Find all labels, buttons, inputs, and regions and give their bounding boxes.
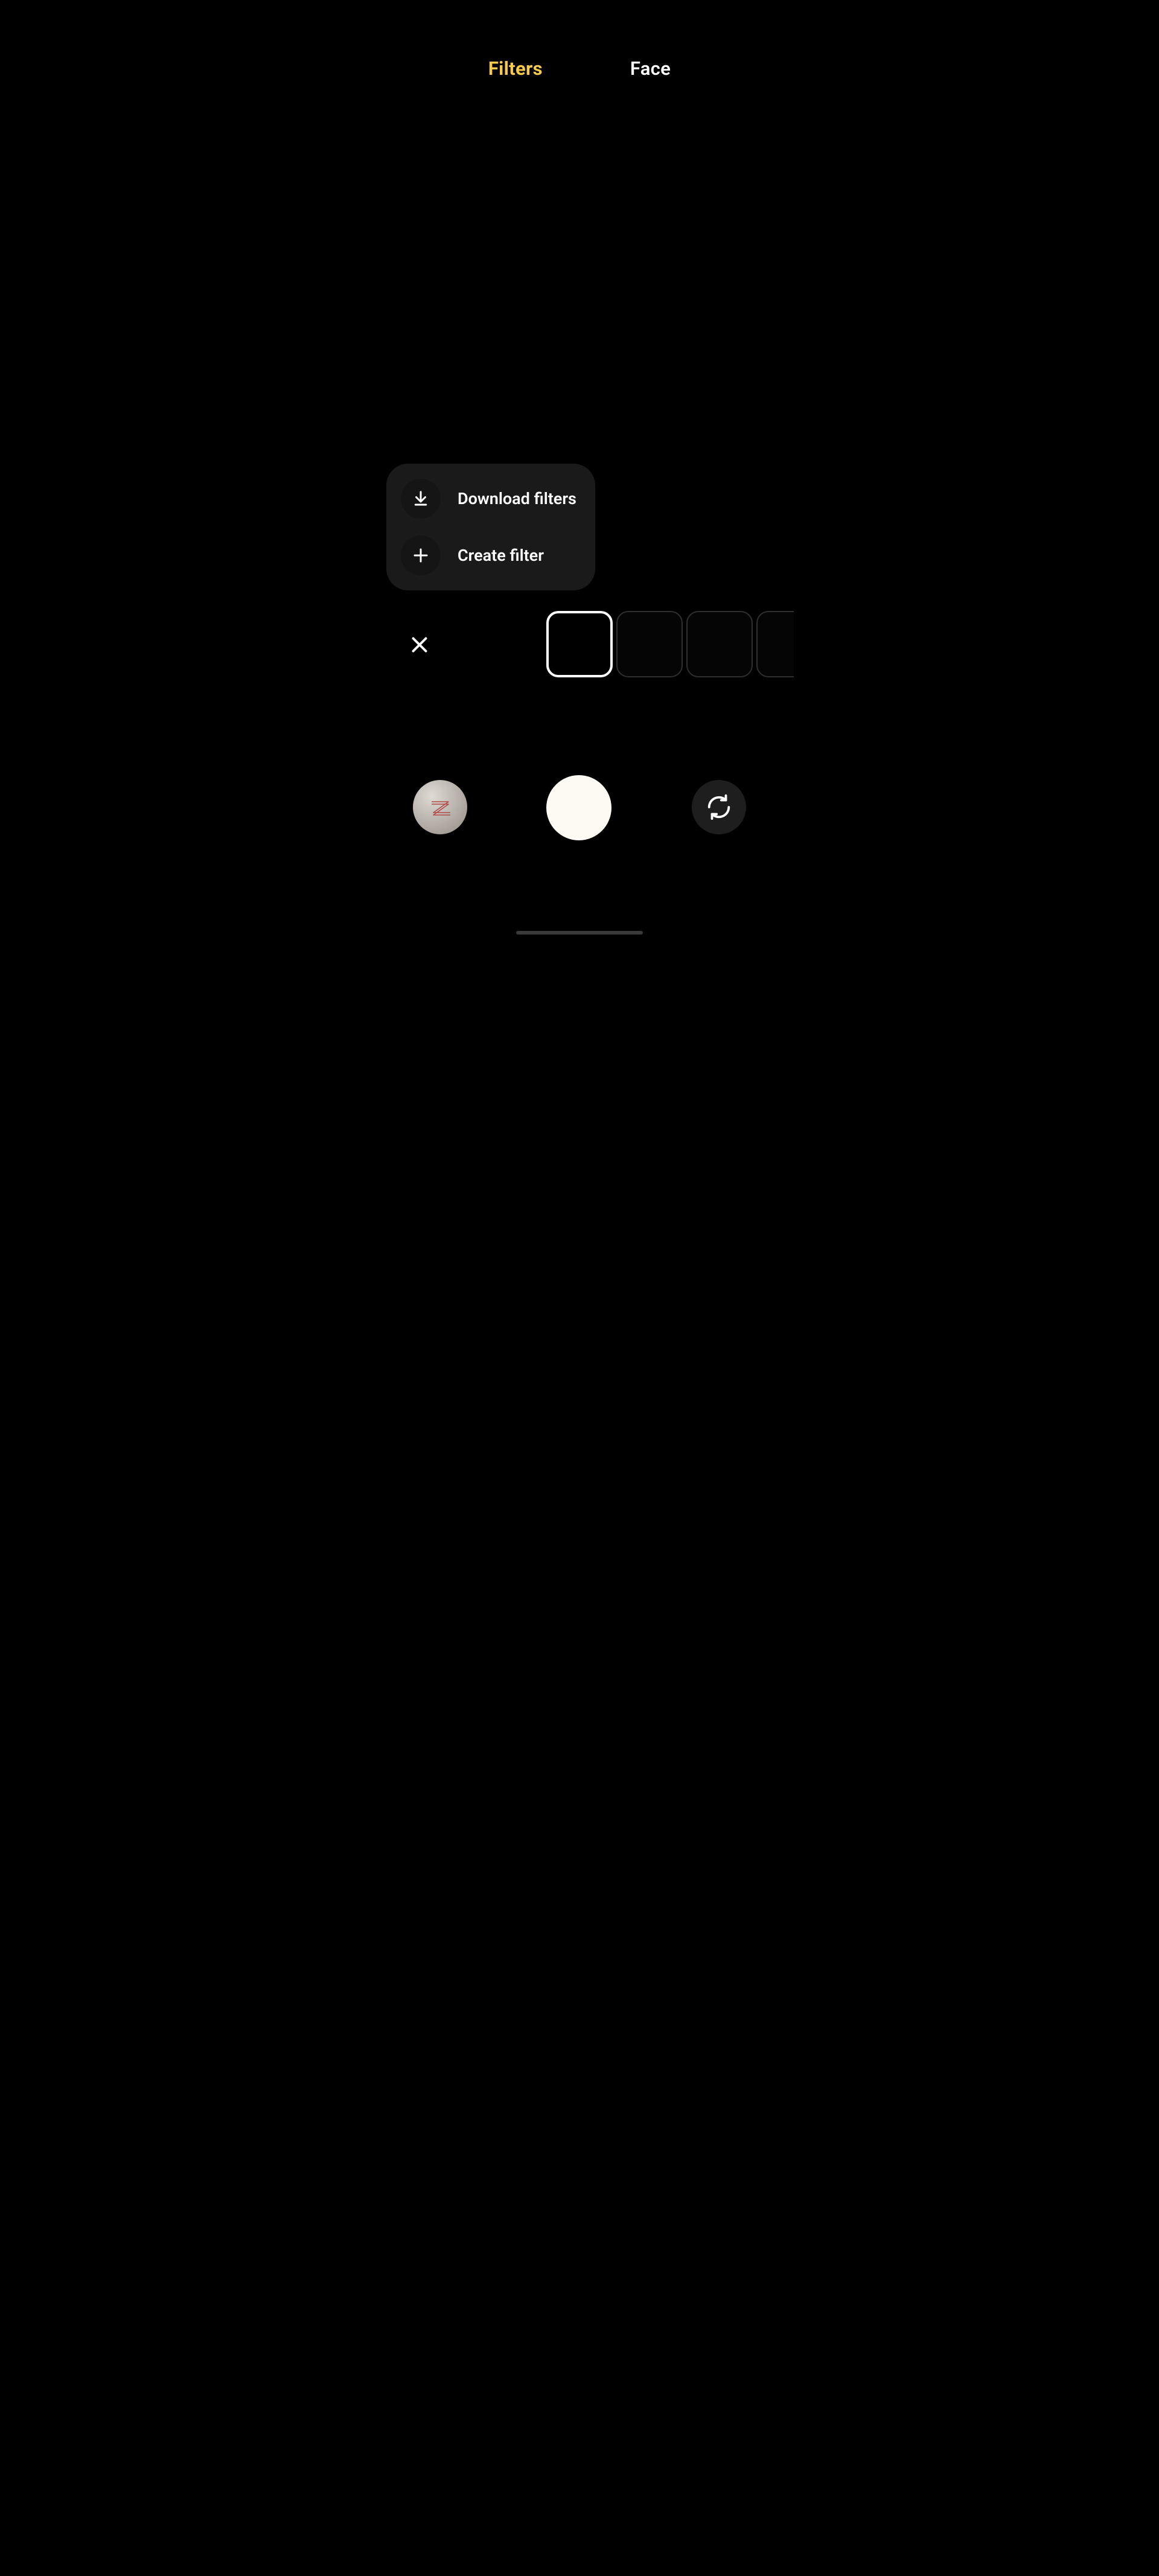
camera-filters-screen: Filters Face Download filters Create fil xyxy=(366,0,793,941)
download-icon xyxy=(401,479,441,519)
create-filter-label: Create filter xyxy=(458,546,544,565)
filter-tile-1[interactable] xyxy=(546,611,613,677)
download-filters-label: Download filters xyxy=(458,489,576,508)
tab-face[interactable]: Face xyxy=(630,57,671,80)
plus-icon xyxy=(401,535,441,575)
gallery-thumbnail-glyph xyxy=(423,790,457,824)
tabs: Filters Face xyxy=(366,57,793,80)
tab-filters[interactable]: Filters xyxy=(488,57,543,80)
home-indicator[interactable] xyxy=(516,931,643,935)
gallery-thumbnail-button[interactable] xyxy=(413,780,467,834)
close-icon xyxy=(409,634,430,656)
create-filter-button[interactable]: Create filter xyxy=(386,527,595,584)
filter-thumbnail-strip[interactable] xyxy=(546,611,794,679)
download-filters-button[interactable]: Download filters xyxy=(386,470,595,527)
filter-actions-popover: Download filters Create filter xyxy=(386,464,595,590)
filter-tile-2[interactable] xyxy=(616,611,683,677)
switch-camera-icon xyxy=(705,793,733,821)
filter-tile-3[interactable] xyxy=(686,611,753,677)
switch-camera-button[interactable] xyxy=(692,780,746,834)
close-button[interactable] xyxy=(409,634,430,656)
shutter-button[interactable] xyxy=(546,775,611,840)
filter-tile-4[interactable] xyxy=(756,611,794,677)
